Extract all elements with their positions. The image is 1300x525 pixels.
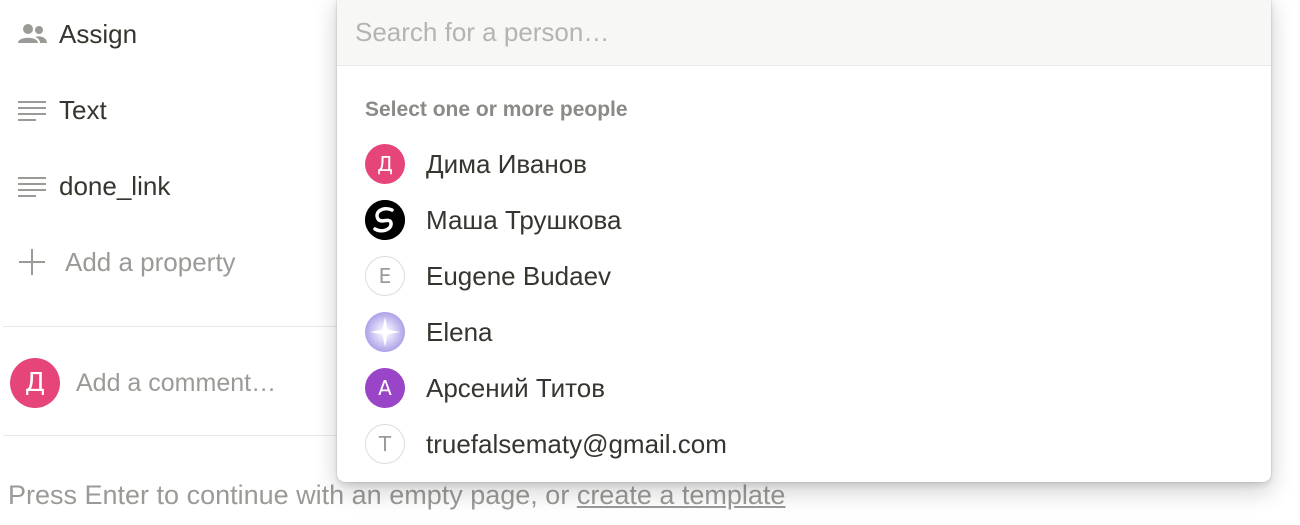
comment-input[interactable]: Add a comment… [76,369,276,398]
search-box [337,0,1271,66]
person-option[interactable]: Д Дима Иванов [365,144,1245,184]
person-name: Арсений Титов [426,372,606,403]
property-label: Assign [59,18,138,49]
add-property-button[interactable]: Add a property [0,242,236,282]
avatar: Д [10,358,60,408]
person-picker-dropdown: Select one or more people Д Дима Иванов … [337,0,1271,482]
people-icon [15,17,49,51]
person-name: Дима Иванов [426,148,587,179]
avatar: T [365,424,405,464]
property-label: Text [59,94,107,125]
text-lines-icon [15,169,49,203]
create-template-link[interactable]: create a template [577,480,786,510]
person-option[interactable]: T truefalsematy@gmail.com [365,424,1245,464]
divider [3,435,343,436]
avatar [365,200,405,240]
person-name: Elena [426,316,493,347]
plus-icon [15,245,49,279]
avatar [365,312,405,352]
sparkle-icon [370,317,400,347]
avatar: E [365,256,405,296]
person-name: Eugene Budaev [426,260,612,291]
avatar: А [365,368,405,408]
hint-text: Press Enter to continue with an empty pa… [8,480,577,510]
section-label: Select one or more people [365,98,628,121]
search-input[interactable] [355,17,1235,48]
property-assign[interactable]: Assign [0,14,137,54]
empty-page-hint: Press Enter to continue with an empty pa… [8,480,785,511]
property-label: done_link [59,170,171,201]
property-text[interactable]: Text [0,90,107,130]
person-option[interactable]: E Eugene Budaev [365,256,1245,296]
page: Assign Text done_link Add a property Д A… [0,0,1300,525]
person-name: Маша Трушкова [426,204,622,235]
swirl-logo-icon [365,200,405,240]
person-name: truefalsematy@gmail.com [426,428,727,459]
person-option[interactable]: А Арсений Титов [365,368,1245,408]
add-property-label: Add a property [65,246,236,277]
text-lines-icon [15,93,49,127]
divider [3,326,343,327]
avatar: Д [365,144,405,184]
comment-row[interactable]: Д Add a comment… [0,353,276,413]
property-done-link[interactable]: done_link [0,166,170,206]
person-option[interactable]: Elena [365,312,1245,352]
person-option[interactable]: Маша Трушкова [365,200,1245,240]
